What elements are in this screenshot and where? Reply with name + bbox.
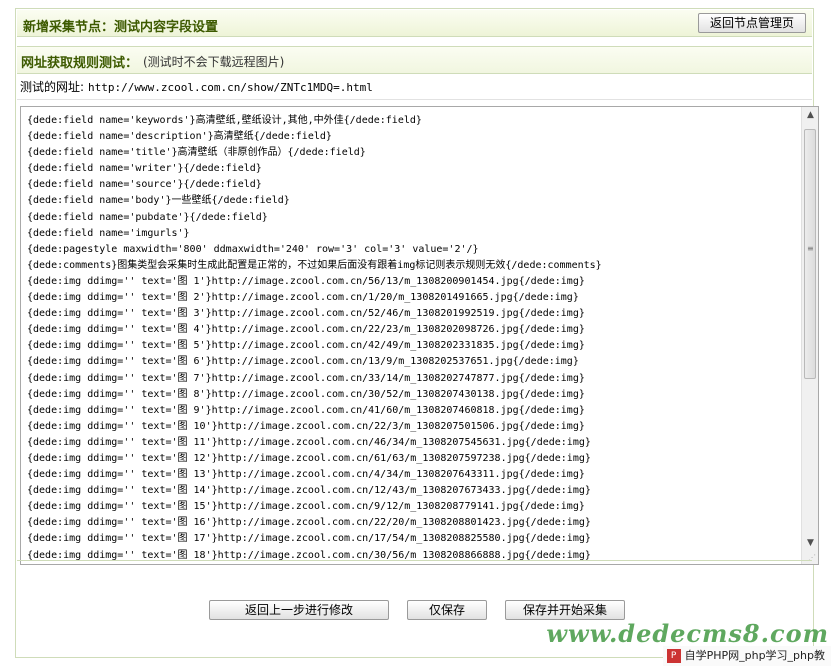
result-line: {dede:img ddimg='' text='图 17'}http://im…	[27, 533, 591, 545]
result-line: {dede:img ddimg='' text='图 15'}http://im…	[27, 501, 585, 513]
result-line: {dede:comments}图集类型会采集时生成此配置是正常的，不过如果后面没…	[27, 259, 602, 271]
return-modify-button[interactable]: 返回上一步进行修改	[209, 600, 389, 620]
result-line: {dede:img ddimg='' text='图 1'}http://ima…	[27, 275, 585, 287]
save-only-button[interactable]: 仅保存	[407, 600, 487, 620]
save-and-start-button[interactable]: 保存并开始采集	[505, 600, 625, 620]
result-line: {dede:field name='body'}一些壁纸{/dede:field…	[27, 195, 290, 207]
result-line: {dede:pagestyle maxwidth='800' ddmaxwidt…	[27, 243, 479, 255]
result-line: {dede:img ddimg='' text='图 11'}http://im…	[27, 436, 591, 448]
result-line: {dede:img ddimg='' text='图 4'}http://ima…	[27, 324, 585, 336]
result-line: {dede:field name='pubdate'}{/dede:field}	[27, 211, 268, 223]
result-line: {dede:img ddimg='' text='图 3'}http://ima…	[27, 308, 585, 320]
node-settings-panel: 新增采集节点：测试内容字段设置 返回节点管理页 网址获取规则测试： (测试时不会…	[15, 8, 819, 658]
result-line: {dede:img ddimg='' text='图 9'}http://ima…	[27, 404, 585, 416]
result-line: {dede:img ddimg='' text='图 8'}http://ima…	[27, 388, 585, 400]
result-line: {dede:img ddimg='' text='图 10'}http://im…	[27, 420, 585, 432]
test-result-text: {dede:field name='keywords'}高清壁纸,壁纸设计,其他…	[27, 113, 798, 564]
back-to-node-management-button[interactable]: 返回节点管理页	[698, 13, 806, 33]
test-result-textarea[interactable]: {dede:field name='keywords'}高清壁纸,壁纸设计,其他…	[20, 106, 819, 565]
vertical-scrollbar[interactable]: ▲ ≡ ▼	[801, 107, 818, 564]
panel-header: 新增采集节点：测试内容字段设置 返回节点管理页	[17, 10, 812, 37]
rule-test-title: 网址获取规则测试：	[21, 56, 139, 71]
result-line: {dede:img ddimg='' text='图 2'}http://ima…	[27, 292, 579, 304]
result-line: {dede:img ddimg='' text='图 13'}http://im…	[27, 469, 585, 481]
result-line: {dede:field name='keywords'}高清壁纸,壁纸设计,其他…	[27, 115, 422, 126]
result-line: {dede:img ddimg='' text='图 7'}http://ima…	[27, 372, 585, 384]
result-line: {dede:img ddimg='' text='图 14'}http://im…	[27, 485, 591, 497]
test-url-label: 测试的网址:	[20, 80, 85, 94]
rule-test-note: (测试时不会下载远程图片)	[143, 55, 285, 69]
site-badge: P 自学PHP网_php学习_php教	[662, 646, 831, 666]
test-url-value: http://www.zcool.com.cn/show/ZNTc1MDQ=.h…	[88, 81, 373, 94]
result-line: {dede:field name='description'}高清壁纸{/ded…	[27, 131, 332, 143]
result-line: {dede:field name='source'}{/dede:field}	[27, 179, 262, 191]
scrollbar-thumb[interactable]: ≡	[804, 129, 816, 379]
result-line: {dede:field name='title'}高清壁纸（非原创作品）{/de…	[27, 147, 366, 159]
rule-test-bar: 网址获取规则测试： (测试时不会下载远程图片)	[17, 46, 812, 74]
divider	[17, 99, 812, 100]
triangle-down-icon[interactable]: ▼	[802, 535, 818, 552]
result-line: {dede:img ddimg='' text='图 16'}http://im…	[27, 517, 591, 529]
test-url-row: 测试的网址: http://www.zcool.com.cn/show/ZNTc1…	[20, 78, 373, 95]
page-title: 新增采集节点：测试内容字段设置	[23, 20, 219, 35]
result-line: {dede:field name='writer'}{/dede:field}	[27, 163, 262, 175]
result-line: {dede:img ddimg='' text='图 6'}http://ima…	[27, 356, 579, 368]
site-logo-icon: P	[666, 649, 681, 663]
triangle-up-icon[interactable]: ▲	[802, 107, 818, 124]
site-badge-text: 自学PHP网_php学习_php教	[684, 649, 825, 662]
watermark-logo: www.dedecms8.com	[546, 619, 829, 648]
grip-icon: ≡	[807, 244, 814, 253]
result-line: {dede:field name='imgurls'}	[27, 227, 190, 239]
result-line: {dede:img ddimg='' text='图 12'}http://im…	[27, 452, 591, 464]
result-line: {dede:img ddimg='' text='图 5'}http://ima…	[27, 340, 585, 352]
